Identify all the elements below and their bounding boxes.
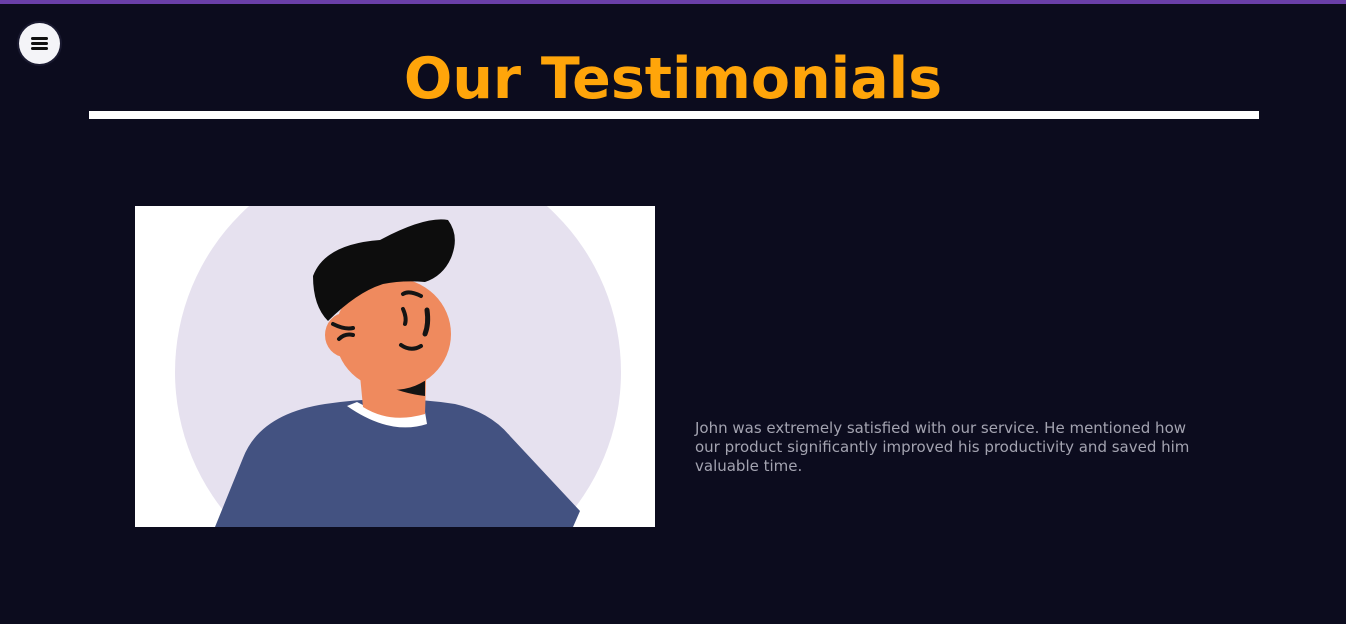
page-title: Our Testimonials: [403, 46, 943, 112]
testimonial-avatar-image: [135, 206, 655, 527]
person-avatar-icon: [175, 206, 621, 527]
title-underline: [89, 111, 1259, 119]
testimonial-text: John was extremely satisfied with our se…: [695, 419, 1190, 475]
top-accent-strip: [0, 0, 1346, 4]
